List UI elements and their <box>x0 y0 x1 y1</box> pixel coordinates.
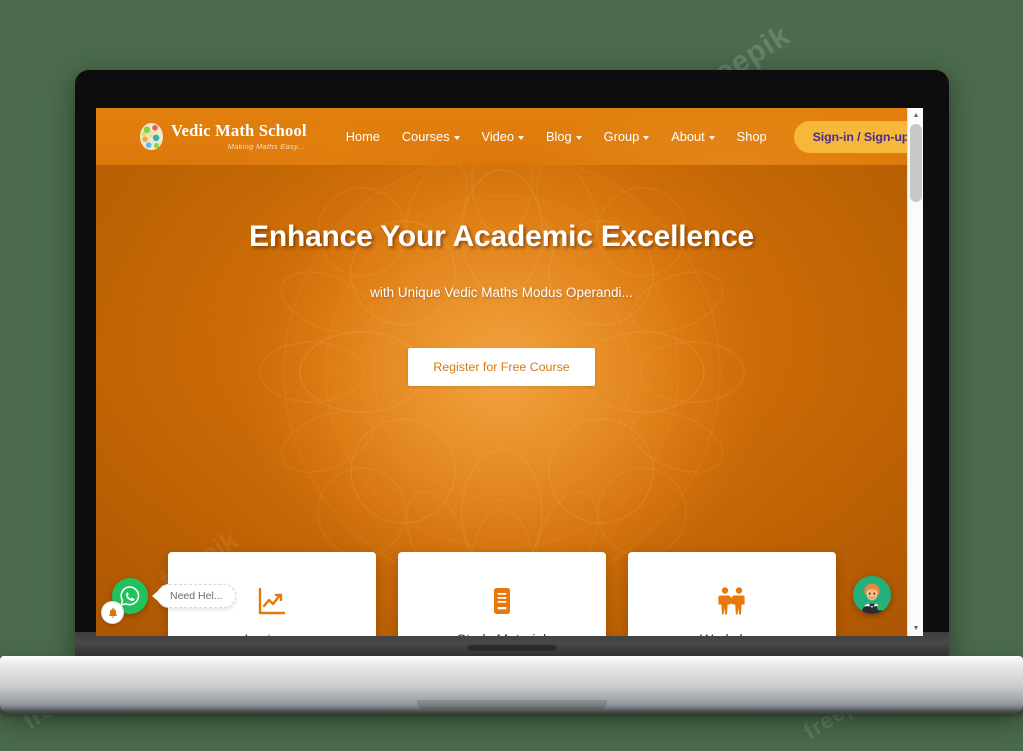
nav-item-label: Blog <box>546 129 572 144</box>
laptop-screen: Vedic Math School Making Maths Easy... H… <box>96 108 923 636</box>
mosaic-tree-logo-icon <box>140 123 163 150</box>
chevron-down-icon <box>575 135 582 140</box>
growth-chart-icon <box>257 585 287 617</box>
nav-item-shop[interactable]: Shop <box>726 123 778 150</box>
laptop-base-lip <box>416 700 607 709</box>
chevron-down-icon <box>518 135 525 140</box>
feature-card-label: Lectures <box>245 631 299 636</box>
laptop-mockup: Vedic Math School Making Maths Easy... H… <box>0 0 1023 751</box>
nav-item-label: Group <box>603 129 640 144</box>
website-page: Vedic Math School Making Maths Easy... H… <box>96 108 907 636</box>
brand-logo[interactable]: Vedic Math School Making Maths Easy... <box>140 121 307 151</box>
nav-item-label: About <box>671 129 705 144</box>
support-agent-avatar-icon[interactable] <box>853 576 891 614</box>
chevron-down-icon <box>643 135 650 140</box>
nav-item-about[interactable]: About <box>660 123 725 150</box>
hero-subtitle: with Unique Vedic Maths Modus Operandi..… <box>370 285 633 300</box>
nav-item-label: Home <box>345 129 380 144</box>
scrollbar-down-arrow[interactable]: ▼ <box>908 621 923 636</box>
whatsapp-chat-widget: Need Hel... <box>101 578 236 624</box>
hero-section: Enhance Your Academic Excellence with Un… <box>96 165 907 636</box>
feature-card-label: Study Material <box>457 631 546 636</box>
feature-card-study-material[interactable]: Study Material <box>397 552 606 636</box>
nav-item-label: Video <box>481 129 515 144</box>
vertical-scrollbar[interactable]: ▲ ▼ <box>907 108 923 636</box>
site-header: Vedic Math School Making Maths Easy... H… <box>96 108 907 165</box>
chevron-down-icon <box>453 135 460 140</box>
whatsapp-icon[interactable] <box>101 578 148 624</box>
whatsapp-tooltip: Need Hel... <box>157 584 236 608</box>
nav-item-label: Shop <box>736 129 767 144</box>
support-agent-widget[interactable] <box>853 576 891 614</box>
nav-item-courses[interactable]: Courses <box>391 123 471 150</box>
register-free-course-button[interactable]: Register for Free Course <box>408 348 595 386</box>
book-icon <box>487 585 517 617</box>
laptop-base <box>0 656 1023 714</box>
sign-in-sign-up-button[interactable]: Sign-in / Sign-up <box>793 120 907 153</box>
laptop-drop-shadow <box>0 709 1023 719</box>
nav-item-home[interactable]: Home <box>335 123 391 150</box>
chevron-down-icon <box>708 135 715 140</box>
laptop-hinge-notch <box>467 645 557 651</box>
nav-item-label: Courses <box>401 129 450 144</box>
workshop-people-icon <box>716 585 748 617</box>
scrollbar-thumb[interactable] <box>910 124 922 202</box>
hero-title: Enhance Your Academic Excellence <box>249 220 754 253</box>
bell-icon[interactable] <box>101 601 124 624</box>
nav-item-blog[interactable]: Blog <box>535 123 593 150</box>
feature-card-label: Workshop <box>700 631 763 636</box>
brand-text: Vedic Math School Making Maths Easy... <box>171 121 307 151</box>
feature-card-workshop[interactable]: Workshop <box>627 552 836 636</box>
scrollbar-up-arrow[interactable]: ▲ <box>908 108 923 123</box>
main-navigation: Home Courses Video Blog Group About Shop… <box>335 120 907 153</box>
brand-name: Vedic Math School <box>171 121 307 140</box>
hero-content: Enhance Your Academic Excellence with Un… <box>96 165 907 386</box>
nav-item-video[interactable]: Video <box>471 123 536 150</box>
nav-item-group[interactable]: Group <box>593 123 661 150</box>
brand-tagline: Making Maths Easy... <box>227 141 305 151</box>
